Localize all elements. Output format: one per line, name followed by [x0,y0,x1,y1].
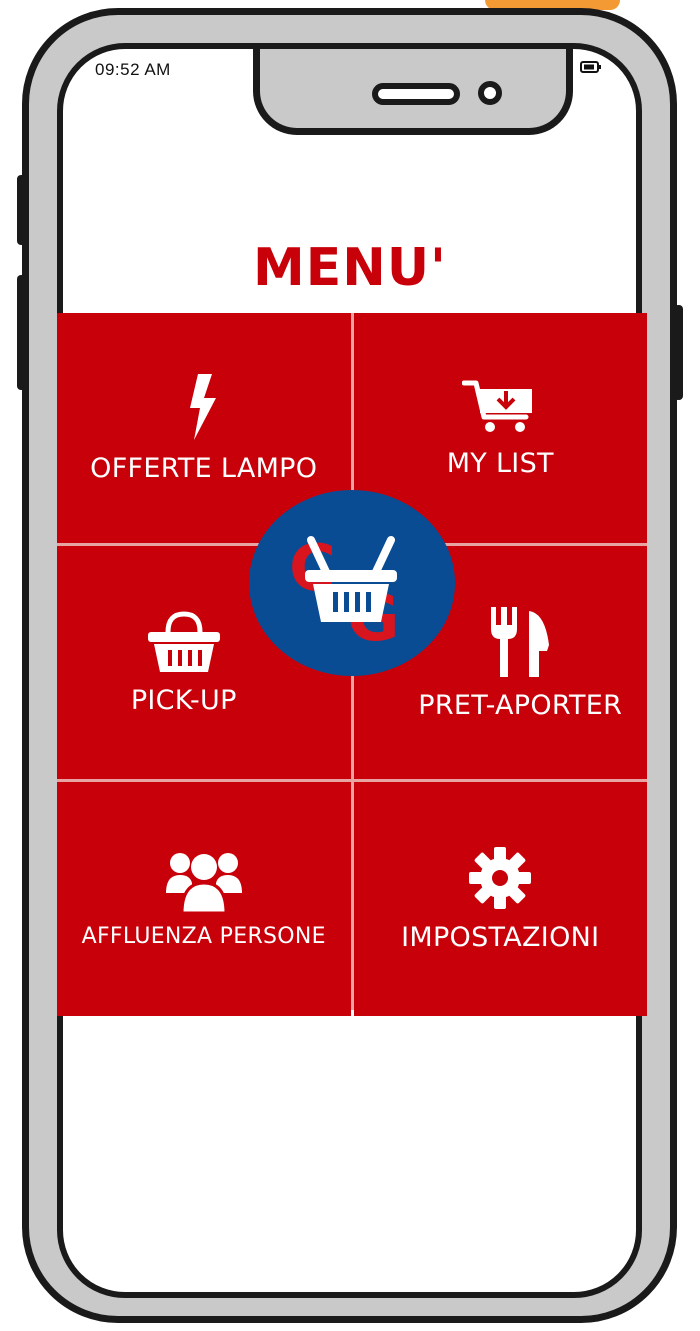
menu-item-label: MY LIST [446,448,554,479]
power-button-right [674,305,683,400]
menu-item-impostazioni[interactable]: IMPOSTAZIONI [353,782,647,1016]
phone-notch [253,49,573,135]
basket-icon [301,534,401,631]
menu-item-label: AFFLUENZA PERSONE [81,924,326,949]
battery-icon [580,60,602,79]
fork-knife-icon [485,605,555,684]
menu-item-label: OFFERTE LAMPO [90,453,318,484]
app-logo: C G [249,490,455,676]
menu-item-label: PICK-UP [130,684,237,716]
speaker-grille [372,83,460,105]
basket-icon [146,610,222,679]
menu-item-affluenza-persone[interactable]: AFFLUENZA PERSONE [57,782,351,1016]
menu-item-label: IMPOSTAZIONI [401,922,600,953]
front-camera [478,81,502,105]
cart-download-icon [461,377,538,442]
menu-item-label: PRET-APORTER [418,689,623,721]
page-title: MENU' [253,238,447,298]
gear-icon [467,845,533,916]
people-icon [164,849,244,918]
volume-button-left [17,175,26,245]
status-time: 09:52 AM [95,60,171,79]
lightning-icon [184,372,224,447]
